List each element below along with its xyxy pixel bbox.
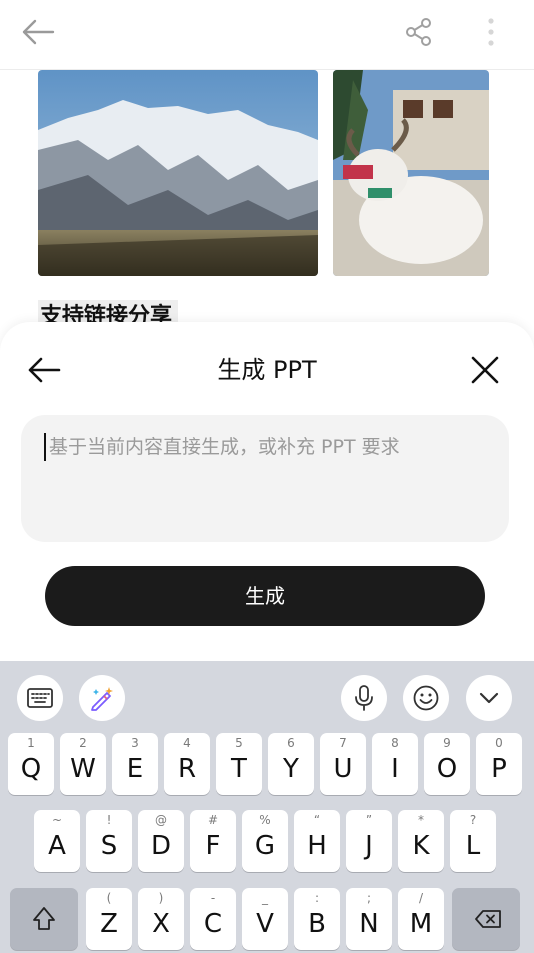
key-d[interactable]: @ D bbox=[138, 810, 184, 872]
backspace-icon bbox=[475, 910, 501, 928]
key-v[interactable]: _ V bbox=[242, 888, 288, 950]
key-i[interactable]: 8I bbox=[372, 733, 418, 795]
keyboard: 1Q 2W 3E 4R 5T 6Y 7U 8I 9O 0P ~ A ! S @ D #… bbox=[0, 661, 534, 953]
share-button[interactable] bbox=[398, 12, 440, 52]
microphone-icon bbox=[355, 685, 373, 711]
collapse-keyboard-button[interactable] bbox=[466, 675, 512, 721]
shift-icon bbox=[33, 907, 55, 930]
key-p[interactable]: 0P bbox=[476, 733, 522, 795]
key-c[interactable]: -C bbox=[190, 888, 236, 950]
key-e[interactable]: 3E bbox=[112, 733, 158, 795]
more-vertical-icon bbox=[488, 18, 494, 46]
key-x[interactable]: ) X bbox=[138, 888, 184, 950]
key-y[interactable]: 6Y bbox=[268, 733, 314, 795]
key-z[interactable]: (Z bbox=[86, 888, 132, 950]
arrow-left-icon bbox=[22, 19, 55, 45]
key-g[interactable]: % G bbox=[242, 810, 288, 872]
share-icon bbox=[406, 18, 431, 46]
keyboard-layout-button[interactable] bbox=[17, 675, 63, 721]
shift-key[interactable] bbox=[10, 888, 78, 950]
key-a[interactable]: ~ A bbox=[34, 810, 80, 872]
key-w[interactable]: 2W bbox=[60, 733, 106, 795]
key-u[interactable]: 7U bbox=[320, 733, 366, 795]
top-app-bar bbox=[0, 0, 534, 70]
sheet-title: 生成 PPT bbox=[217, 356, 317, 384]
key-t[interactable]: 5T bbox=[216, 733, 262, 795]
emoji-icon bbox=[413, 685, 439, 711]
close-icon bbox=[471, 356, 499, 384]
emoji-button[interactable] bbox=[403, 675, 449, 721]
prompt-placeholder: 基于当前内容直接生成，或补充 PPT 要求 bbox=[49, 436, 400, 458]
key-l[interactable]: ? L bbox=[450, 810, 496, 872]
keyboard-icon bbox=[27, 688, 53, 708]
back-button[interactable] bbox=[16, 12, 60, 52]
delete-key[interactable] bbox=[452, 888, 520, 950]
generate-button[interactable]: 生成 bbox=[45, 566, 485, 626]
generate-ppt-sheet: 生成 PPT 基于当前内容直接生成，或补充 PPT 要求 生成 bbox=[0, 322, 534, 682]
screen: { "article": { "heading_partial": "支持链接分… bbox=[0, 0, 534, 953]
key-b[interactable]: :B bbox=[294, 888, 340, 950]
key-k[interactable]: * K bbox=[398, 810, 444, 872]
yak-photo bbox=[333, 70, 489, 276]
chevron-down-icon bbox=[479, 692, 499, 704]
close-button[interactable] bbox=[464, 350, 506, 390]
voice-input-button[interactable] bbox=[341, 675, 387, 721]
key-o[interactable]: 9O bbox=[424, 733, 470, 795]
key-h[interactable]: “H bbox=[294, 810, 340, 872]
key-m[interactable]: / M bbox=[398, 888, 444, 950]
magic-pen-icon bbox=[91, 687, 113, 711]
key-j[interactable]: ” J bbox=[346, 810, 392, 872]
key-f[interactable]: # F bbox=[190, 810, 236, 872]
more-button[interactable] bbox=[474, 12, 508, 52]
ai-writing-button[interactable] bbox=[79, 675, 125, 721]
ppt-prompt-input[interactable]: 基于当前内容直接生成，或补充 PPT 要求 bbox=[21, 415, 509, 542]
key-q[interactable]: 1Q bbox=[8, 733, 54, 795]
mountain-photo bbox=[38, 70, 318, 276]
key-s[interactable]: ! S bbox=[86, 810, 132, 872]
key-n[interactable]: ; N bbox=[346, 888, 392, 950]
text-caret bbox=[44, 433, 46, 461]
key-r[interactable]: 4R bbox=[164, 733, 210, 795]
